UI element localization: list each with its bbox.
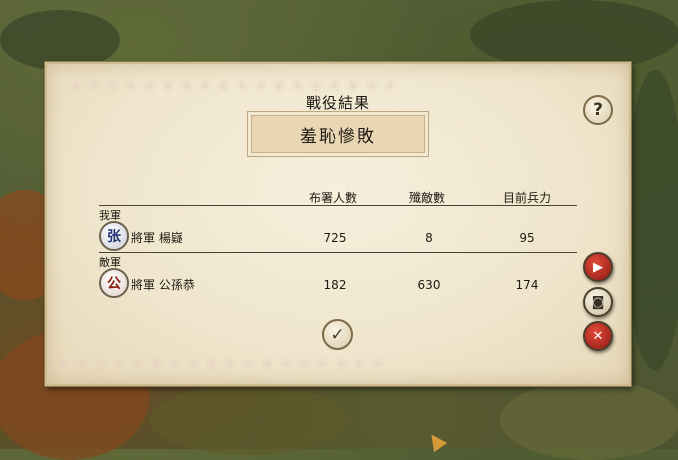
dialog-title: 戰役結果: [305, 94, 370, 112]
header-divider: [99, 205, 577, 206]
enemy-current-strength: 174: [515, 278, 539, 292]
confirm-button[interactable]: ✓: [322, 319, 353, 350]
enemy-deployed: 182: [323, 278, 347, 292]
enemy-faction-glyph: 公: [107, 276, 121, 292]
question-icon: ?: [593, 100, 603, 120]
ally-deployed: 725: [323, 231, 347, 245]
help-button[interactable]: ?: [583, 95, 613, 125]
background-forest: [0, 10, 120, 70]
result-text: 羞恥慘敗: [300, 126, 376, 147]
background-ground: [150, 385, 350, 455]
ally-current-strength: 95: [519, 231, 535, 245]
battle-replay-button[interactable]: ▶: [583, 252, 613, 282]
enemy-general-icon[interactable]: 公: [99, 268, 129, 298]
play-icon: ▶: [593, 259, 603, 275]
camera-icon: ◙: [591, 294, 605, 310]
result-banner: 羞恥慘敗: [247, 111, 429, 157]
checkmark-icon: ✓: [330, 324, 345, 345]
camera-button[interactable]: ◙: [583, 287, 613, 317]
ally-kills: 8: [425, 231, 433, 245]
battle-result-dialog: ❀ ❀ ❀ ❀ ❀ ❀ ❀ ❀ ❀ ❀ ❀ ❀ ❀ ❀ ❀ ❀ ❀ ❀ ❀ ❀ …: [45, 62, 631, 386]
close-icon: ✕: [592, 328, 604, 344]
ally-general-name: 將軍 楊嶷: [131, 231, 183, 245]
ally-general-icon[interactable]: 张: [99, 221, 129, 251]
close-button[interactable]: ✕: [583, 321, 613, 351]
ally-faction-glyph: 张: [107, 229, 121, 245]
header-kills: 殲敵數: [409, 191, 446, 205]
background-forest: [470, 0, 678, 70]
background-forest: [625, 70, 678, 370]
watermark-pattern: ❀ ❀ ❀ ❀ ❀ ❀ ❀ ❀ ❀ ❀ ❀ ❀ ❀ ❀ ❀ ❀ ❀ ❀: [57, 354, 385, 373]
row-divider: [99, 252, 577, 253]
background-ground: [500, 380, 678, 460]
enemy-kills: 630: [417, 278, 441, 292]
enemy-general-name: 將軍 公孫恭: [131, 278, 195, 292]
header-current-strength: 目前兵力: [503, 191, 552, 205]
header-deployed: 布署人數: [309, 191, 358, 205]
